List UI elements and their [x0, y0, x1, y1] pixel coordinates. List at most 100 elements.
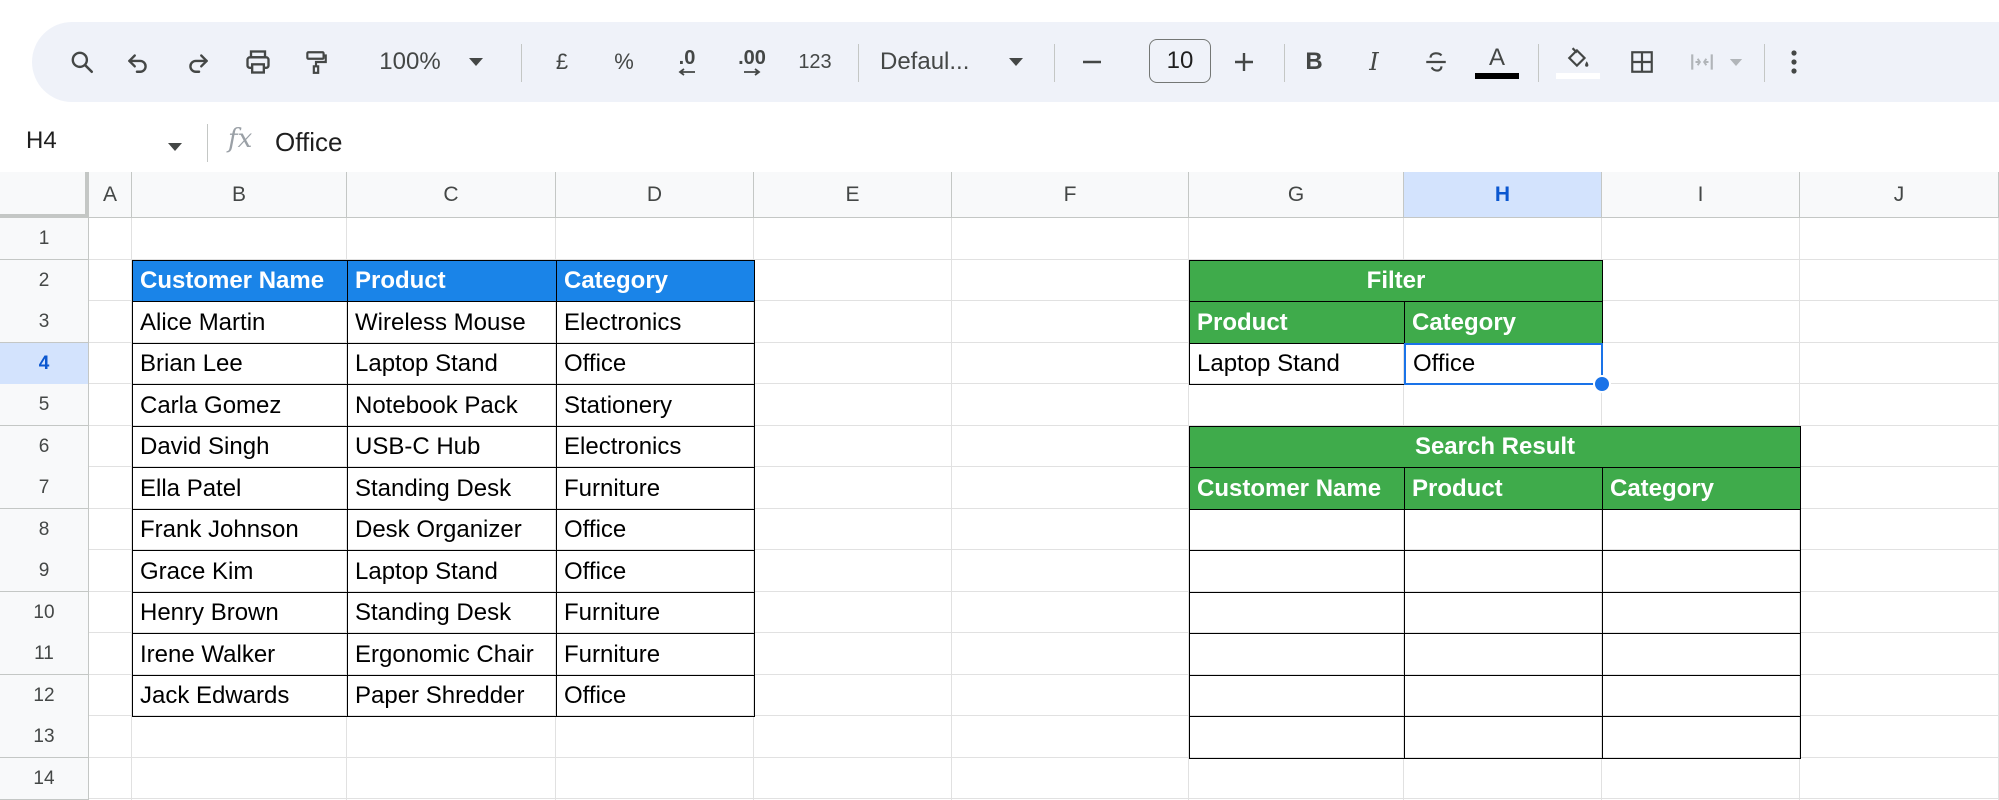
zoom-dropdown-icon[interactable] [464, 22, 488, 102]
search-menus-icon[interactable] [62, 22, 102, 102]
row-header-13[interactable]: 13 [0, 716, 89, 758]
table-cell[interactable]: Office [556, 343, 755, 385]
column-header-j[interactable]: J [1800, 172, 1999, 218]
name-box-dropdown-icon[interactable] [166, 139, 184, 157]
search-result-cell[interactable] [1189, 509, 1405, 551]
column-header-i[interactable]: I [1602, 172, 1800, 218]
font-family-select[interactable]: Defaul... [880, 22, 996, 102]
search-result-cell[interactable] [1602, 675, 1801, 717]
search-result-cell[interactable] [1602, 716, 1801, 759]
filter-header-cell[interactable]: Product [1189, 301, 1405, 344]
table-cell[interactable]: Laptop Stand [347, 343, 557, 385]
column-header-e[interactable]: E [754, 172, 952, 218]
table-cell[interactable]: Brian Lee [132, 343, 348, 385]
row-header-11[interactable]: 11 [0, 633, 89, 675]
table-cell[interactable]: Laptop Stand [347, 550, 557, 593]
decrease-decimal-button[interactable]: .0 [662, 22, 712, 102]
paint-format-icon[interactable] [296, 22, 336, 102]
row-header-8[interactable]: 8 [0, 509, 89, 551]
search-result-title[interactable]: Search Result [1189, 426, 1801, 468]
merge-cells-icon[interactable] [1682, 22, 1722, 102]
table-cell[interactable]: Paper Shredder [347, 675, 557, 717]
search-result-cell[interactable] [1404, 509, 1603, 551]
search-result-cell[interactable] [1404, 675, 1603, 717]
borders-icon[interactable] [1622, 22, 1662, 102]
search-result-cell[interactable] [1189, 675, 1405, 717]
increase-font-size-button[interactable] [1224, 22, 1264, 102]
table-cell[interactable]: Wireless Mouse [347, 301, 557, 344]
undo-icon[interactable] [118, 22, 158, 102]
table-cell[interactable]: Furniture [556, 633, 755, 676]
italic-button[interactable]: I [1354, 22, 1394, 102]
search-result-cell[interactable] [1602, 550, 1801, 593]
search-result-cell[interactable] [1189, 550, 1405, 593]
filter-product-input[interactable]: Laptop Stand [1189, 343, 1405, 385]
table-cell[interactable]: Ergonomic Chair [347, 633, 557, 676]
row-header-2[interactable]: 2 [0, 260, 89, 302]
column-header-a[interactable]: A [89, 172, 132, 218]
bold-button[interactable]: B [1294, 22, 1334, 102]
row-header-7[interactable]: 7 [0, 467, 89, 509]
search-result-cell[interactable] [1404, 633, 1603, 676]
selection-fill-handle[interactable] [1593, 375, 1611, 393]
column-header-f[interactable]: F [952, 172, 1189, 218]
search-result-cell[interactable] [1404, 550, 1603, 593]
table-cell[interactable]: David Singh [132, 426, 348, 468]
row-header-6[interactable]: 6 [0, 426, 89, 468]
table-cell[interactable]: Ella Patel [132, 467, 348, 510]
table-cell[interactable]: Frank Johnson [132, 509, 348, 551]
currency-format-button[interactable]: £ [544, 22, 580, 102]
row-header-1[interactable]: 1 [0, 218, 89, 260]
table-cell[interactable]: Stationery [556, 384, 755, 427]
table-cell[interactable]: Electronics [556, 426, 755, 468]
search-result-cell[interactable] [1404, 716, 1603, 759]
search-result-cell[interactable] [1189, 716, 1405, 759]
table-cell[interactable]: Notebook Pack [347, 384, 557, 427]
table-header-cell[interactable]: Customer Name [132, 260, 348, 302]
search-result-cell[interactable] [1602, 592, 1801, 634]
decrease-font-size-button[interactable] [1072, 22, 1112, 102]
column-header-g[interactable]: G [1189, 172, 1404, 218]
table-cell[interactable]: Furniture [556, 592, 755, 634]
search-result-cell[interactable] [1189, 633, 1405, 676]
table-cell[interactable]: Standing Desk [347, 592, 557, 634]
search-result-cell[interactable] [1404, 592, 1603, 634]
font-dropdown-icon[interactable] [1004, 22, 1028, 102]
table-cell[interactable]: Furniture [556, 467, 755, 510]
row-header-5[interactable]: 5 [0, 384, 89, 426]
column-header-d[interactable]: D [556, 172, 754, 218]
table-cell[interactable]: Irene Walker [132, 633, 348, 676]
row-header-3[interactable]: 3 [0, 301, 89, 343]
row-header-4[interactable]: 4 [0, 343, 89, 385]
more-formats-button[interactable]: 123 [790, 22, 840, 102]
font-size-input[interactable]: 10 [1149, 39, 1211, 83]
table-cell[interactable]: Grace Kim [132, 550, 348, 593]
formula-input[interactable]: Office [275, 127, 342, 158]
row-header-9[interactable]: 9 [0, 550, 89, 592]
search-result-cell[interactable] [1602, 633, 1801, 676]
table-header-cell[interactable]: Product [347, 260, 557, 302]
filter-category-input[interactable]: Office [1404, 343, 1603, 385]
table-cell[interactable]: Desk Organizer [347, 509, 557, 551]
more-options-icon[interactable] [1774, 22, 1814, 102]
filter-header-cell[interactable]: Category [1404, 301, 1603, 344]
strikethrough-icon[interactable] [1416, 22, 1456, 102]
percent-format-button[interactable]: % [606, 22, 642, 102]
column-header-c[interactable]: C [347, 172, 556, 218]
select-all-corner[interactable] [0, 172, 89, 218]
table-cell[interactable]: Jack Edwards [132, 675, 348, 717]
filter-title[interactable]: Filter [1189, 260, 1603, 302]
search-result-header-cell[interactable]: Customer Name [1189, 467, 1405, 510]
zoom-select[interactable]: 100% [372, 22, 448, 102]
search-result-header-cell[interactable]: Product [1404, 467, 1603, 510]
search-result-cell[interactable] [1189, 592, 1405, 634]
text-color-button[interactable]: A [1472, 22, 1522, 102]
table-cell[interactable]: Office [556, 509, 755, 551]
table-cell[interactable]: Carla Gomez [132, 384, 348, 427]
table-cell[interactable]: Standing Desk [347, 467, 557, 510]
print-icon[interactable] [238, 22, 278, 102]
merge-dropdown-icon[interactable] [1724, 22, 1748, 102]
table-header-cell[interactable]: Category [556, 260, 755, 302]
column-header-b[interactable]: B [132, 172, 347, 218]
table-cell[interactable]: Office [556, 550, 755, 593]
